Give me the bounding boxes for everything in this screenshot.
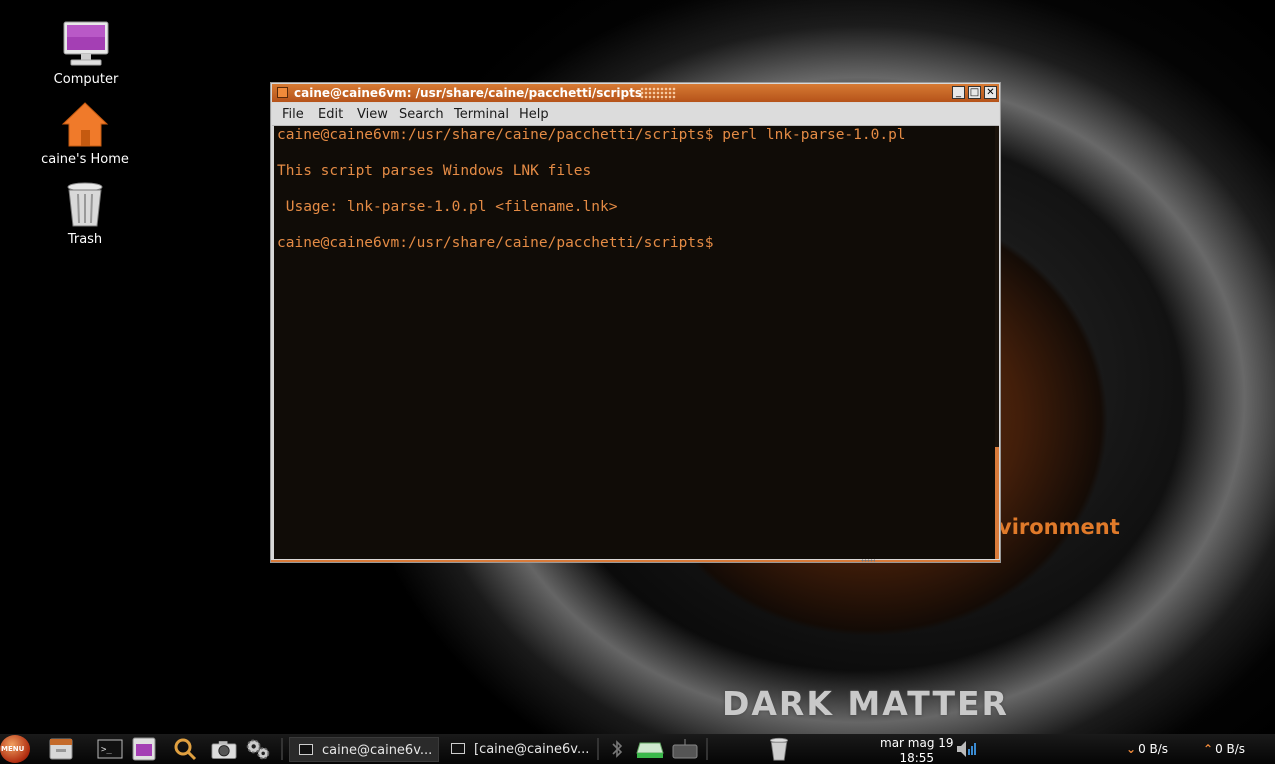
desktop-icon-trash[interactable]: Trash — [30, 180, 140, 247]
close-button[interactable]: ✕ — [984, 86, 997, 99]
menu-help[interactable]: Help — [519, 107, 549, 122]
home-folder-icon — [61, 102, 109, 147]
network-upload-speed: ⌃ 0 B/s — [1203, 742, 1245, 756]
task-label: [caine@caine6v... — [474, 742, 590, 757]
wallpaper-text-environment: vironment — [998, 515, 1120, 539]
desktop-icon-computer[interactable]: Computer — [31, 20, 141, 87]
task-label: caine@caine6v... — [322, 743, 433, 758]
settings-gears-icon[interactable] — [245, 737, 271, 761]
taskbar-separator — [706, 738, 708, 760]
desktop-icon-label: caine's Home — [41, 152, 129, 167]
file-manager-icon[interactable] — [48, 737, 74, 761]
terminal-icon — [451, 743, 465, 754]
terminal-line: caine@caine6vm:/usr/share/caine/pacchett… — [277, 127, 906, 143]
desktop-icon-label: Computer — [53, 72, 119, 87]
clock-time: 18:55 — [899, 751, 935, 764]
wallpaper-text-darkmatter: DARK MATTER — [722, 684, 1009, 723]
menu-edit[interactable]: Edit — [318, 107, 343, 122]
menu-view[interactable]: View — [357, 107, 388, 122]
taskbar: MENU >_ caine@caine6v... [caine@caine6v.… — [0, 734, 1275, 764]
drive-icon[interactable] — [635, 737, 665, 761]
window-titlebar[interactable]: caine@caine6vm: /usr/share/caine/pacchet… — [272, 84, 999, 102]
terminal-scrollbar[interactable] — [995, 126, 999, 559]
resize-grip[interactable] — [861, 559, 875, 562]
window-bottom-border — [271, 560, 1000, 562]
maximize-button[interactable]: □ — [968, 86, 981, 99]
screen-capture-icon[interactable] — [131, 737, 157, 761]
scrollbar-thumb[interactable] — [995, 447, 999, 559]
window-menu-icon[interactable] — [277, 87, 288, 98]
upload-arrow-icon: ⌃ — [1203, 742, 1214, 756]
camera-icon[interactable] — [211, 737, 237, 761]
taskbar-task-terminal[interactable]: [caine@caine6v... — [442, 737, 592, 762]
trash-icon[interactable] — [766, 737, 792, 761]
bluetooth-icon[interactable] — [606, 737, 628, 761]
trash-icon — [67, 182, 103, 227]
menu-label: MENU — [1, 745, 25, 753]
terminal-icon — [299, 744, 313, 755]
svg-text:>_: >_ — [101, 745, 112, 755]
download-arrow-icon: ⌄ — [1126, 742, 1137, 756]
taskbar-separator — [597, 738, 599, 760]
start-menu-button[interactable]: MENU — [0, 735, 30, 763]
menu-search[interactable]: Search — [399, 107, 444, 122]
terminal-launcher-icon[interactable]: >_ — [97, 737, 123, 761]
terminal-line: This script parses Windows LNK files — [277, 163, 592, 179]
desktop-icon-label: Trash — [67, 232, 103, 247]
network-download-speed: ⌄ 0 B/s — [1126, 742, 1168, 756]
menu-terminal[interactable]: Terminal — [454, 107, 509, 122]
taskbar-separator — [281, 738, 283, 760]
terminal-window[interactable]: caine@caine6vm: /usr/share/caine/pacchet… — [270, 82, 1001, 563]
upload-speed-value: 0 B/s — [1215, 742, 1246, 756]
terminal-output[interactable]: caine@caine6vm:/usr/share/caine/pacchett… — [274, 126, 995, 559]
clock[interactable]: mar mag 19 18:55 — [880, 736, 954, 764]
taskbar-task-terminal-active[interactable]: caine@caine6v... — [289, 737, 439, 762]
menubar: File Edit View Search Terminal Help — [272, 103, 999, 126]
clock-date: mar mag 19 — [880, 736, 954, 750]
volume-icon[interactable] — [955, 737, 977, 761]
keyboard-icon[interactable] — [671, 737, 699, 761]
terminal-line: caine@caine6vm:/usr/share/caine/pacchett… — [277, 235, 714, 251]
window-title: caine@caine6vm: /usr/share/caine/pacchet… — [294, 86, 642, 100]
terminal-line: Usage: lnk-parse-1.0.pl <filename.lnk> — [277, 199, 618, 215]
desktop-icon-home[interactable]: caine's Home — [30, 100, 140, 167]
search-icon[interactable] — [172, 737, 198, 761]
computer-icon — [63, 21, 109, 66]
menu-file[interactable]: File — [282, 107, 304, 122]
titlebar-grip — [640, 87, 676, 100]
desktop: vironment DARK MATTER Computer caine's H… — [0, 0, 1275, 764]
download-speed-value: 0 B/s — [1138, 742, 1169, 756]
minimize-button[interactable]: _ — [952, 86, 965, 99]
